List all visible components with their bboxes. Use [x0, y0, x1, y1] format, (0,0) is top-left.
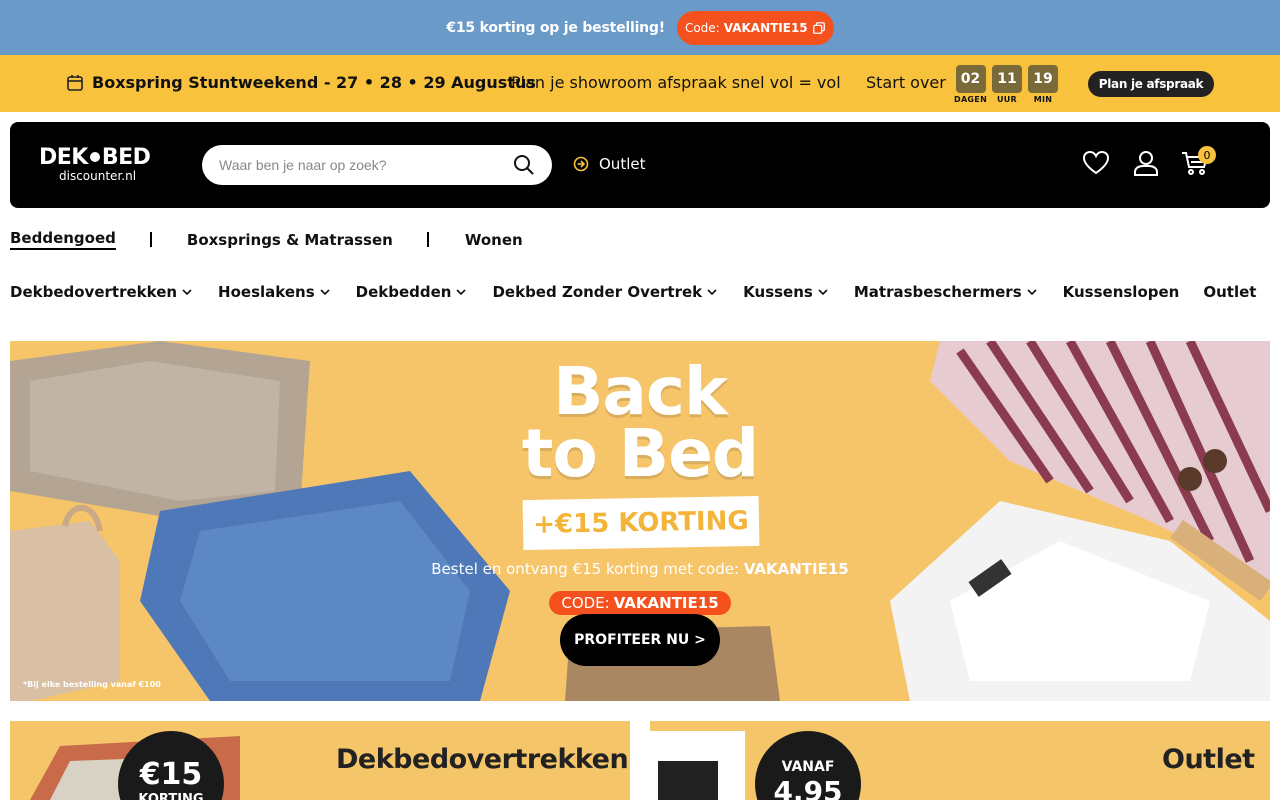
nav-label: Hoeslakens	[218, 283, 315, 301]
hero-code-label: CODE:	[561, 594, 610, 612]
promo-code: VAKANTIE15	[723, 20, 808, 35]
outlet-label: Outlet	[599, 155, 646, 173]
promo-text: €15 korting op je bestelling!	[446, 19, 665, 36]
nav-label: Dekbedovertrekken	[10, 283, 178, 301]
countdown-value: 11	[992, 65, 1022, 93]
tile-circle-line2: KORTING	[138, 792, 204, 800]
chevron-down-icon	[818, 289, 828, 296]
tile-outlet[interactable]: VANAF 4,95 Outlet	[650, 721, 1270, 800]
hero-code-pill: CODE: VAKANTIE15	[549, 591, 731, 615]
nav-dekbedovertrekken[interactable]: Dekbedovertrekken	[10, 283, 194, 301]
chevron-down-icon	[182, 289, 192, 296]
countdown-label: Start over	[866, 73, 946, 92]
hero-discount-badge: +€15 KORTING	[522, 495, 760, 551]
logo[interactable]: DEK BED discounter.nl	[39, 145, 151, 183]
sub-navigation: Dekbedovertrekken Hoeslakens Dekbedden D…	[10, 283, 1256, 301]
nav-label: Kussenslopen	[1062, 283, 1180, 301]
nav-matrasbeschermers[interactable]: Matrasbeschermers	[854, 283, 1039, 301]
nav-dekbedden[interactable]: Dekbedden	[356, 283, 469, 301]
nav-outlet[interactable]: Outlet	[1203, 283, 1256, 301]
heart-icon[interactable]	[1081, 148, 1111, 178]
promo-bar: €15 korting op je bestelling! Code: VAKA…	[0, 0, 1280, 55]
nav-label: Outlet	[1203, 283, 1257, 301]
tab-beddengoed[interactable]: Beddengoed	[10, 229, 116, 250]
logo-text-right: BED	[101, 145, 151, 170]
user-icon[interactable]	[1131, 148, 1161, 178]
nav-label: Matrasbeschermers	[853, 283, 1022, 301]
chevron-down-icon	[320, 289, 330, 296]
tile-circle-line1: €15	[139, 757, 203, 792]
tab-wonen[interactable]: Wonen	[465, 231, 523, 249]
nav-hoeslakens[interactable]: Hoeslakens	[218, 283, 332, 301]
nav-kussenslopen[interactable]: Kussenslopen	[1063, 283, 1180, 301]
tab-divider	[426, 232, 429, 247]
calendar-icon	[67, 74, 83, 91]
hero-cta-button[interactable]: PROFITEER NU >	[560, 614, 720, 666]
countdown-hours: 11 UUR	[992, 65, 1022, 104]
nav-kussens[interactable]: Kussens	[743, 283, 830, 301]
tile-title: Outlet	[1162, 744, 1255, 775]
tile-title: Dekbedovertrekken	[336, 744, 629, 775]
cart-count-badge: 0	[1198, 146, 1216, 164]
hero-code-value: VAKANTIE15	[613, 594, 719, 612]
category-tabs: Beddengoed Boxsprings & Matrassen Wonen	[10, 229, 523, 250]
logo-dot	[89, 151, 100, 162]
logo-subtitle: discounter.nl	[59, 169, 137, 183]
chevron-down-icon	[456, 289, 467, 296]
promo-code-label: Code:	[684, 20, 720, 35]
hero-banner[interactable]: Back to Bed +€15 KORTING Bestel en ontva…	[10, 341, 1270, 701]
plan-appointment-button[interactable]: Plan je afspraak	[1088, 71, 1214, 97]
arrow-circle-icon	[573, 156, 589, 172]
countdown-value: 02	[955, 65, 986, 93]
hero-fine-print: *Bij elke bestelling vanaf €100	[23, 680, 161, 689]
countdown-value: 19	[1028, 65, 1058, 93]
nav-label: Kussens	[743, 283, 813, 301]
countdown-unit: MIN	[1033, 95, 1053, 104]
hero-subtitle-code: VAKANTIE15	[743, 560, 849, 578]
hero-title-line1: Back	[553, 353, 728, 430]
copy-icon	[812, 21, 825, 34]
logo-text-left: DEK	[39, 145, 88, 170]
nav-label: Dekbed Zonder Overtrek	[492, 283, 703, 301]
announcement-bar: Boxspring Stuntweekend - 27 • 28 • 29 Au…	[0, 55, 1280, 112]
tile-dekbedovertrekken[interactable]: €15 KORTING Dekbedovertrekken	[10, 721, 630, 800]
chevron-down-icon	[1027, 289, 1037, 296]
showroom-message: Plan je showroom afspraak snel vol = vol	[511, 73, 841, 92]
tile-circle-line2: 4,95	[773, 775, 843, 800]
countdown-days: 02 DAGEN	[954, 65, 987, 104]
event-banner: Boxspring Stuntweekend - 27 • 28 • 29 Au…	[66, 73, 536, 92]
countdown-unit: UUR	[996, 95, 1018, 104]
tab-divider	[149, 232, 152, 247]
hero-subtitle: Bestel en ontvang €15 korting met code: …	[10, 560, 1270, 578]
site-header: DEK BED discounter.nl Outlet 0	[10, 122, 1270, 208]
copy-code-button[interactable]: Code: VAKANTIE15	[676, 10, 834, 45]
hero-title: Back to Bed	[10, 353, 1270, 492]
nav-dekbed-zonder-overtrek[interactable]: Dekbed Zonder Overtrek	[492, 283, 719, 301]
nav-label: Dekbedden	[355, 283, 452, 301]
tab-boxsprings-matrassen[interactable]: Boxsprings & Matrassen	[187, 231, 393, 249]
hero-title-line2: to Bed	[521, 415, 759, 492]
search-input[interactable]	[202, 145, 552, 185]
countdown-unit: DAGEN	[954, 95, 988, 104]
tile-circle-line1: VANAF	[781, 759, 835, 775]
outlet-link[interactable]: Outlet	[573, 155, 645, 173]
countdown-minutes: 19 MIN	[1028, 65, 1058, 104]
hero-subtitle-text: Bestel en ontvang €15 korting met code:	[431, 560, 740, 578]
chevron-down-icon	[707, 289, 717, 296]
search-icon[interactable]	[512, 153, 536, 177]
event-text: Boxspring Stuntweekend - 27 • 28 • 29 Au…	[92, 73, 536, 92]
